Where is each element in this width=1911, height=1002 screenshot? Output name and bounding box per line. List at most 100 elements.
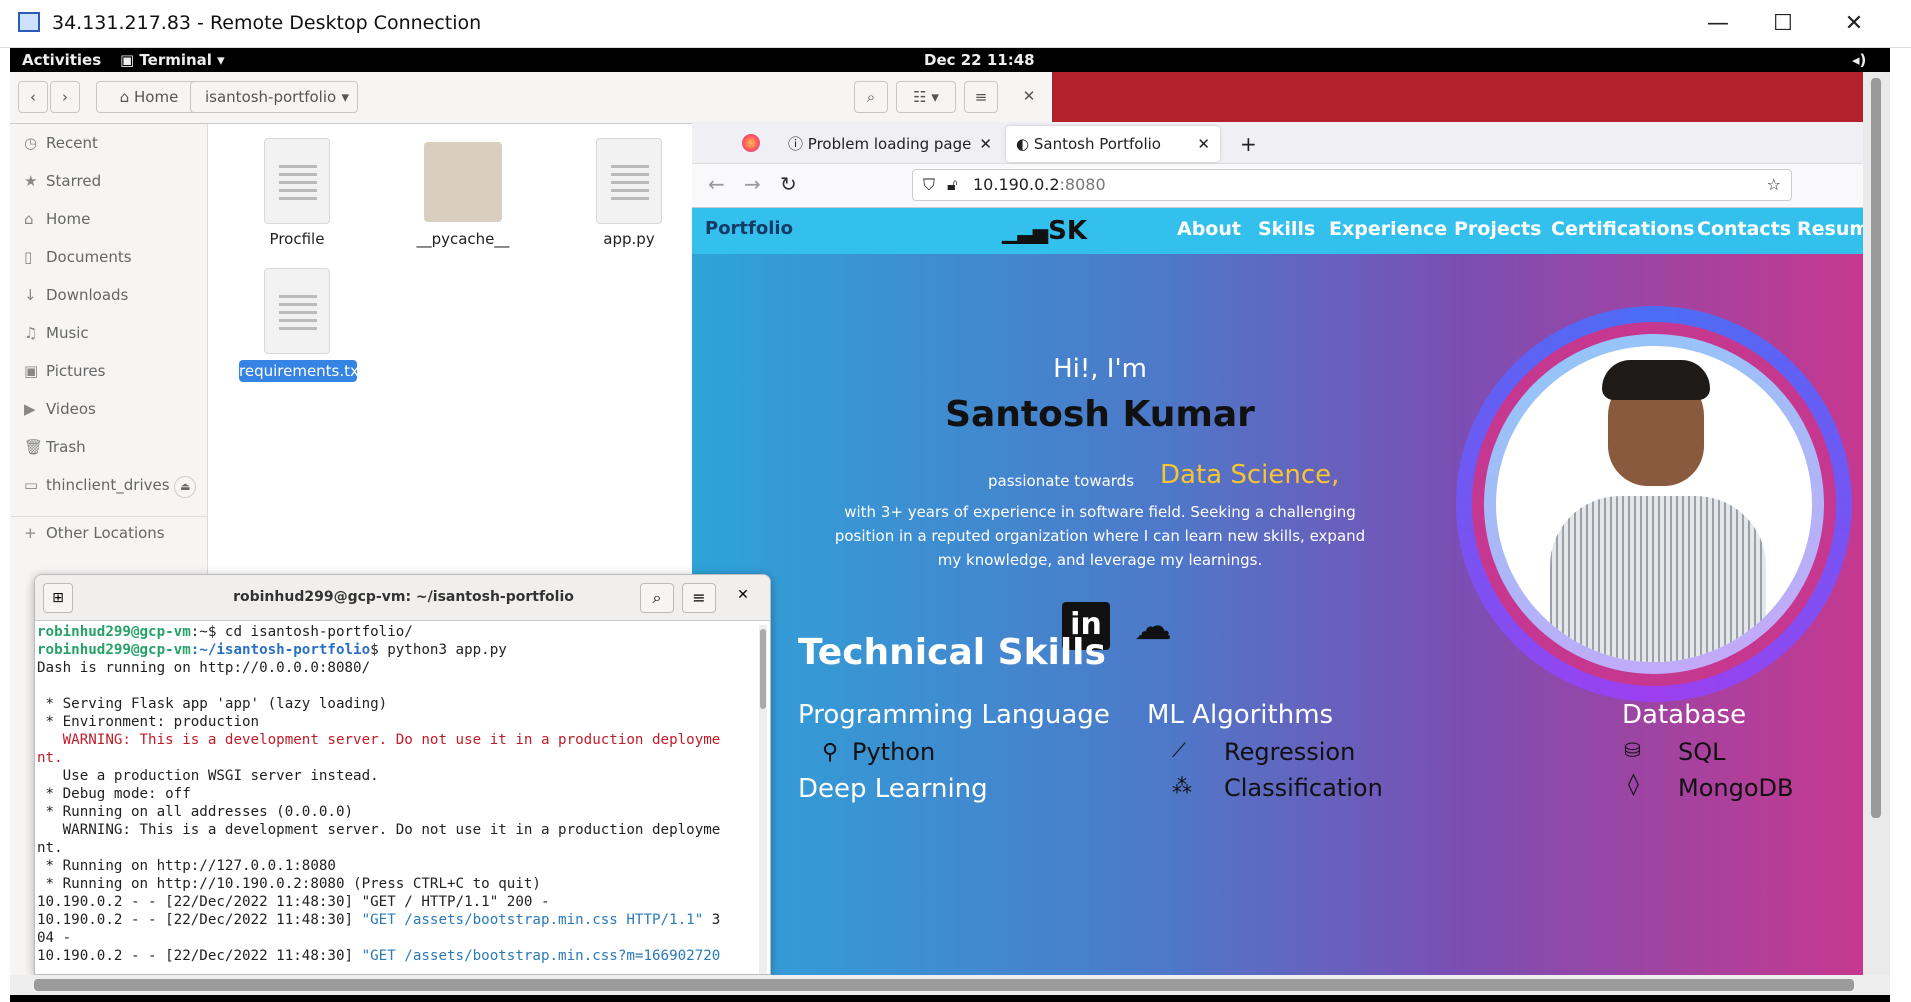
file-name[interactable]: Procfile	[222, 230, 372, 248]
nav-about[interactable]: About	[1177, 218, 1241, 240]
folder-icon[interactable]	[424, 142, 502, 222]
volume-icon[interactable]: ◂)	[1852, 51, 1866, 69]
nav-experience[interactable]: Experience	[1329, 218, 1447, 240]
log-status: 3	[703, 912, 721, 928]
terminal-line: * Environment: production	[37, 714, 260, 730]
download-icon: ↓	[24, 286, 37, 304]
sidebar-item-label: Documents	[46, 248, 132, 266]
pictures-icon: ▣	[24, 362, 39, 380]
sidebar-item-recent[interactable]: ◷ Recent	[24, 134, 98, 152]
sidebar-item-home[interactable]: ⌂ Home	[24, 210, 90, 228]
nav-skills[interactable]: Skills	[1258, 218, 1315, 240]
page-favicon: ◐	[1016, 135, 1030, 153]
hero-bio-line: with 3+ years of experience in software …	[844, 503, 1356, 521]
view-options-button[interactable]: ☷ ▾	[896, 81, 956, 113]
close-button[interactable]: ✕	[1834, 8, 1874, 40]
minimize-button[interactable]: —	[1698, 8, 1738, 40]
sk-logo[interactable]: ▁▃▅SK	[1002, 216, 1087, 246]
terminal-line: 10.190.0.2 - - [22/Dec/2022 11:48:30] "G…	[37, 947, 757, 965]
terminal-menu-button[interactable]: ≡	[682, 583, 716, 613]
tab-close-icon[interactable]: ✕	[979, 126, 992, 162]
skills-col-programming: Programming Language	[798, 700, 1110, 730]
terminal-app-menu[interactable]: ▣ Terminal ▾	[120, 51, 225, 69]
command: cd isantosh-portfolio/	[224, 624, 413, 640]
activities-button[interactable]: Activities	[22, 51, 101, 69]
file-name-selected[interactable]: requirements.txt	[239, 360, 365, 382]
path-home[interactable]: ⌂ Home	[96, 81, 202, 113]
bookmark-star-icon[interactable]: ☆	[1767, 170, 1781, 200]
new-tab-button[interactable]: +	[1240, 132, 1257, 156]
search-icon: ⌕	[652, 588, 662, 607]
sidebar-item-downloads[interactable]: ↓ Downloads	[24, 286, 128, 304]
terminal-scrollbar[interactable]	[759, 625, 767, 974]
terminal-scroll-thumb[interactable]	[760, 629, 766, 709]
tab-close-icon[interactable]: ✕	[1197, 126, 1210, 162]
maximize-button[interactable]: ☐	[1763, 8, 1803, 40]
navigation-toolbar: ← → ↻ ⛉ 🔓︎ 10.190.0.2:8080 ☆	[692, 164, 1863, 208]
skills-col-deep-learning: Deep Learning	[798, 774, 988, 804]
sidebar-item-music[interactable]: ♫ Music	[24, 324, 89, 342]
nav-contacts[interactable]: Contacts	[1697, 218, 1791, 240]
cloud-download-icon[interactable]: ☁	[1128, 604, 1178, 648]
horizontal-scroll-thumb[interactable]	[34, 979, 1854, 991]
sidebar-item-starred[interactable]: ★ Starred	[24, 172, 101, 190]
sidebar-item-label: Trash	[46, 438, 86, 456]
terminal-search-button[interactable]: ⌕	[640, 583, 674, 613]
terminal-headerbar: ⊞ robinhud299@gcp-vm: ~/isantosh-portfol…	[35, 575, 770, 621]
tab-label: Santosh Portfolio	[1033, 135, 1161, 153]
nav-certifications[interactable]: Certifications	[1551, 218, 1694, 240]
sidebar-divider	[10, 516, 208, 517]
home-icon: ⌂	[119, 88, 130, 106]
skill-classification: Classification	[1224, 774, 1383, 802]
tab-problem-loading[interactable]: ⓘ Problem loading page ✕	[778, 126, 992, 162]
url-input[interactable]: ⛉ 🔓︎ 10.190.0.2:8080 ☆	[912, 169, 1792, 201]
nav-projects[interactable]: Projects	[1454, 218, 1541, 240]
sidebar-item-other-locations[interactable]: + Other Locations	[24, 524, 165, 542]
sidebar-item-trash[interactable]: 🗑 Trash	[24, 438, 86, 456]
firefox-icon[interactable]	[742, 134, 760, 152]
horizontal-scrollbar[interactable]	[10, 975, 1890, 995]
database-icon: ⛁	[1624, 738, 1641, 762]
terminal-line: 10.190.0.2 - - [22/Dec/2022 11:48:30] "G…	[37, 911, 757, 929]
forward-button[interactable]: ›	[50, 81, 80, 113]
files-close-button[interactable]: ✕	[1014, 81, 1044, 113]
file-name[interactable]: app.py	[554, 230, 704, 248]
file-icon[interactable]	[264, 138, 330, 224]
reload-icon[interactable]: ↻	[780, 172, 797, 196]
recent-icon: ◷	[24, 134, 38, 152]
url-host: 10.190.0.2	[973, 175, 1060, 194]
search-icon: ⌕	[866, 88, 876, 106]
vertical-scrollbar[interactable]	[1863, 72, 1890, 975]
terminal-line: 10.190.0.2 - - [22/Dec/2022 11:48:30] "G…	[37, 894, 550, 910]
vertical-scroll-thumb[interactable]	[1871, 78, 1881, 818]
file-name[interactable]: __pycache__	[388, 230, 538, 248]
sidebar-item-videos[interactable]: ▶ Videos	[24, 400, 96, 418]
tab-santosh-portfolio[interactable]: ◐ Santosh Portfolio ✕	[1006, 126, 1220, 162]
rdp-title: 34.131.217.83 - Remote Desktop Connectio…	[52, 12, 482, 34]
skills-heading: Technical Skills	[798, 632, 1106, 673]
list-view-icon: ☷ ▾	[913, 88, 939, 106]
sidebar-item-thinclient-drives[interactable]: ▭ thinclient_drives ⏏	[24, 476, 197, 498]
sidebar-item-label: Music	[46, 324, 89, 342]
terminal-close-button[interactable]: ✕	[731, 587, 755, 603]
desktop-background	[1050, 72, 1863, 122]
terminal-output[interactable]: robinhud299@gcp-vm:~$ cd isantosh-portfo…	[37, 623, 757, 974]
nav-resume[interactable]: Resum	[1797, 218, 1869, 240]
back-arrow-icon[interactable]: ←	[708, 172, 725, 196]
window-border-left	[0, 48, 10, 1002]
file-icon[interactable]	[596, 138, 662, 224]
forward-arrow-icon[interactable]: →	[744, 172, 761, 196]
skill-python: Python	[852, 738, 936, 766]
terminal-line: * Serving Flask app 'app' (lazy loading)	[37, 696, 388, 712]
path-folder[interactable]: isantosh-portfolio ▾	[190, 81, 358, 113]
file-icon[interactable]	[264, 268, 330, 354]
navbar-brand[interactable]: Portfolio	[705, 218, 793, 239]
search-button[interactable]: ⌕	[854, 81, 888, 113]
sidebar-item-pictures[interactable]: ▣ Pictures	[24, 362, 105, 380]
clock[interactable]: Dec 22 11:48	[924, 51, 1035, 69]
sidebar-item-documents[interactable]: ▯ Documents	[24, 248, 132, 266]
eject-icon[interactable]: ⏏	[174, 476, 197, 498]
menu-button[interactable]: ≡	[964, 81, 998, 113]
back-button[interactable]: ‹	[18, 81, 48, 113]
